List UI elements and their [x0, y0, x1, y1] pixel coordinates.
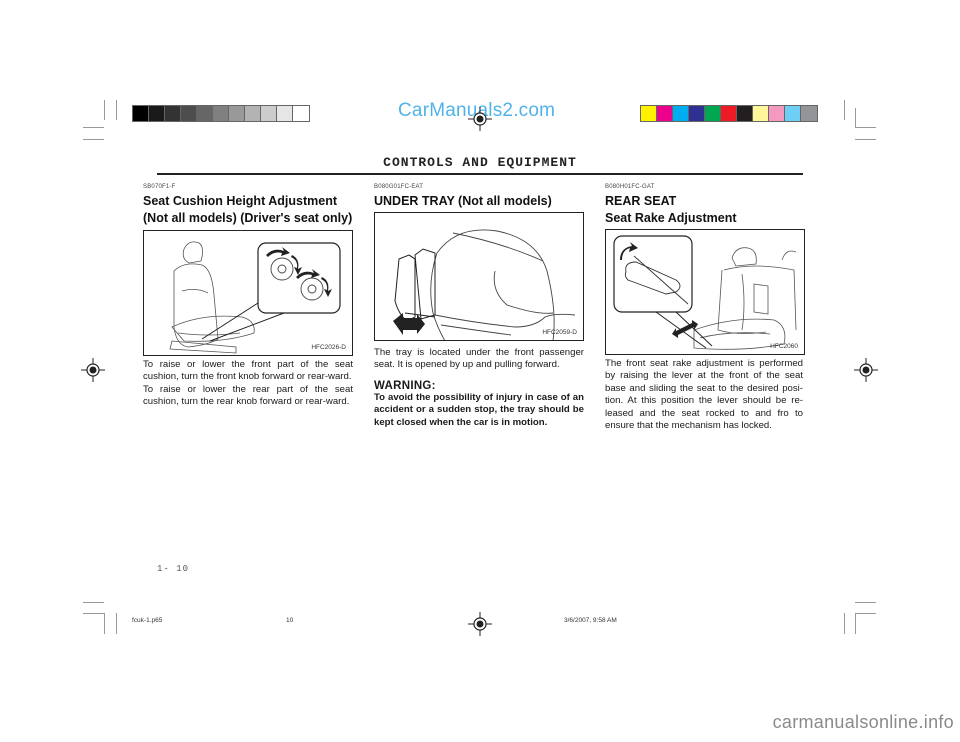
- crop-mark: [116, 100, 117, 120]
- crop-mark: [855, 127, 876, 128]
- registration-mark-icon: [468, 612, 492, 636]
- color-swatch: [165, 106, 181, 121]
- color-swatch: [277, 106, 293, 121]
- color-swatch: [689, 106, 705, 121]
- figure-label: HFC2026-D: [311, 344, 346, 351]
- section-subtitle: (Not all models) (Driver's seat only): [143, 211, 353, 225]
- section-title: UNDER TRAY (Not all models): [374, 194, 552, 208]
- crop-mark: [855, 613, 876, 614]
- body-paragraph: The front seat rake adjustment is perfor…: [605, 358, 803, 432]
- body-paragraph: To raise or lower the front part of the …: [143, 359, 353, 383]
- section-title: REAR SEAT: [605, 194, 677, 208]
- color-swatch: [149, 106, 165, 121]
- color-swatch: [229, 106, 245, 121]
- grayscale-calibration-strip: [132, 105, 310, 122]
- color-swatch: [657, 106, 673, 121]
- section-rear-seat: B080H01FC-GAT REAR SEAT Seat Rake Adjust…: [605, 184, 815, 432]
- color-calibration-strip: [640, 105, 818, 122]
- registration-mark-icon: [854, 358, 878, 382]
- color-swatch: [293, 106, 309, 121]
- color-swatch: [769, 106, 785, 121]
- rear-seat-lever-icon: [613, 235, 797, 350]
- warning-title: WARNING:: [374, 379, 436, 392]
- crop-mark: [83, 127, 104, 128]
- color-swatch: [641, 106, 657, 121]
- crop-mark: [844, 100, 845, 120]
- crop-mark: [844, 613, 845, 634]
- color-swatch: [753, 106, 769, 121]
- warning-text: To avoid the possibility of injury in ca…: [374, 391, 584, 428]
- color-swatch: [133, 106, 149, 121]
- seat-tray-icon: [393, 229, 576, 340]
- crop-mark: [855, 139, 876, 140]
- crop-mark: [83, 139, 104, 140]
- color-swatch: [261, 106, 277, 121]
- color-swatch: [705, 106, 721, 121]
- seat-with-knobs-icon: [169, 241, 341, 354]
- section-title: Seat Cushion Height Adjustment: [143, 194, 337, 208]
- color-swatch: [213, 106, 229, 121]
- page-header-title: CONTROLS AND EQUIPMENT: [383, 155, 577, 170]
- color-swatch: [245, 106, 261, 121]
- body-paragraph: The tray is located under the front pass…: [374, 347, 584, 371]
- crop-mark: [116, 613, 117, 634]
- color-swatch: [785, 106, 801, 121]
- crop-mark: [104, 100, 105, 120]
- header-rule: [157, 173, 803, 175]
- crop-mark: [83, 602, 104, 603]
- rear-seat-rake-illustration: HFC2060: [605, 229, 805, 355]
- color-swatch: [721, 106, 737, 121]
- section-seat-cushion-height: SB070F1-F Seat Cushion Height Adjustment…: [143, 184, 353, 409]
- figure-label: HFC2059-D: [542, 329, 577, 336]
- registration-mark-icon: [81, 358, 105, 382]
- crop-mark: [855, 613, 856, 634]
- section-under-tray: B080G01FC-EAT UNDER TRAY (Not all models…: [374, 184, 584, 429]
- crop-mark: [104, 613, 105, 634]
- under-tray-illustration: HFC2059-D: [374, 212, 584, 341]
- color-swatch: [673, 106, 689, 121]
- footer-timestamp: 3/6/2007, 9:58 AM: [564, 617, 617, 624]
- section-code: SB070F1-F: [143, 184, 176, 190]
- crop-mark: [83, 613, 104, 614]
- crop-mark: [855, 108, 856, 128]
- figure-label: HFC2060: [770, 343, 798, 350]
- section-code: B080G01FC-EAT: [374, 184, 424, 190]
- color-swatch: [197, 106, 213, 121]
- footer-filename: fcuk-1.p65: [132, 617, 163, 624]
- body-paragraph: To raise or lower the rear part of the s…: [143, 383, 353, 408]
- color-swatch: [737, 106, 753, 121]
- crop-mark: [855, 602, 876, 603]
- footer-page: 10: [286, 617, 294, 624]
- section-subtitle: Seat Rake Adjustment: [605, 211, 737, 225]
- page-number: 1- 10: [157, 564, 190, 574]
- watermark-bottom[interactable]: carmanualsonline.info: [773, 712, 954, 733]
- seat-knob-illustration: HFC2026-D: [143, 230, 353, 356]
- registration-mark-icon: [468, 107, 492, 131]
- color-swatch: [801, 106, 817, 121]
- color-swatch: [181, 106, 197, 121]
- section-code: B080H01FC-GAT: [605, 184, 655, 190]
